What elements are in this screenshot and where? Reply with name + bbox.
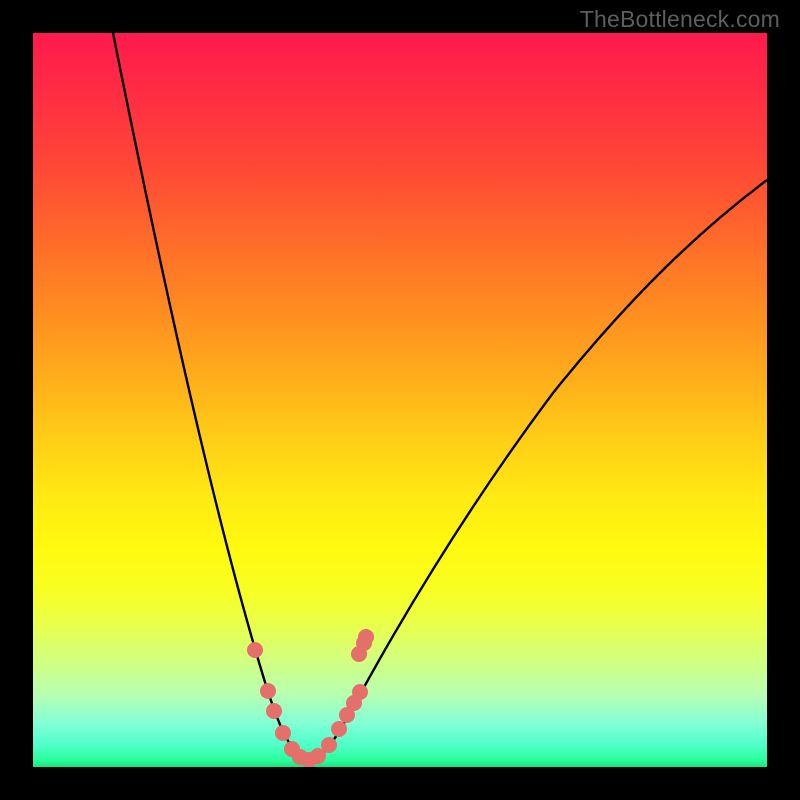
chart-frame: TheBottleneck.com (0, 0, 800, 800)
curve-markers (247, 629, 374, 767)
watermark-text: TheBottleneck.com (580, 6, 780, 33)
curve-path (113, 33, 767, 761)
bottleneck-curve (33, 33, 767, 767)
chart-plot-area (33, 33, 767, 767)
